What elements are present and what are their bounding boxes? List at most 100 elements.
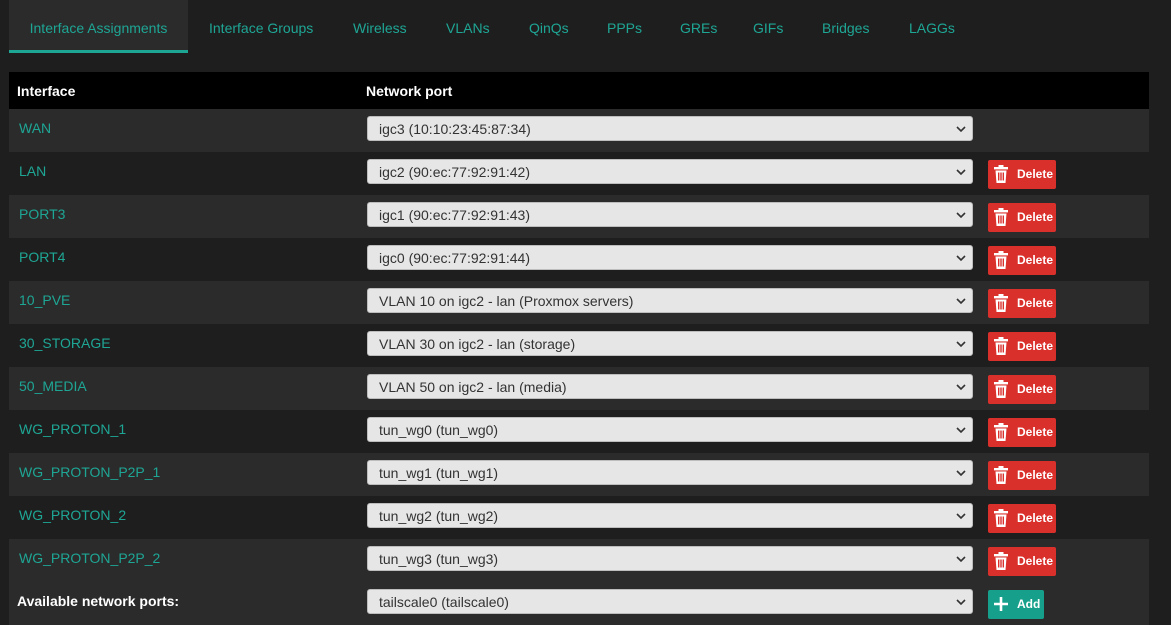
delete-button[interactable]: Delete bbox=[988, 160, 1056, 189]
select-value: tun_wg2 (tun_wg2) bbox=[379, 508, 499, 524]
interface-assignments-table: Interface Network port WAN igc3 (10:10:23… bbox=[9, 72, 1149, 625]
delete-button[interactable]: Delete bbox=[988, 332, 1056, 361]
table-row: 30_STORAGE VLAN 30 on igc2 - lan (storage… bbox=[9, 324, 1149, 367]
tab-gifs[interactable]: GIFs bbox=[753, 0, 783, 53]
network-port-select[interactable]: tun_wg2 (tun_wg2) bbox=[367, 503, 973, 528]
select-value: tailscale0 (tailscale0) bbox=[379, 594, 509, 610]
tab-interface-groups[interactable]: Interface Groups bbox=[209, 0, 313, 53]
available-ports-label: Available network ports: bbox=[17, 593, 180, 609]
select-value: igc2 (90:ec:77:92:91:42) bbox=[379, 164, 530, 180]
delete-button-label: Delete bbox=[1017, 425, 1054, 439]
tab-ppps[interactable]: PPPs bbox=[607, 0, 642, 53]
table-row: PORT4 igc0 (90:ec:77:92:91:44) Delete bbox=[9, 238, 1149, 281]
tab-gres[interactable]: GREs bbox=[680, 0, 717, 53]
select-value: VLAN 10 on igc2 - lan (Proxmox servers) bbox=[379, 293, 634, 309]
table-row: WG_PROTON_P2P_2 tun_wg3 (tun_wg3) Delete bbox=[9, 539, 1149, 582]
delete-button-label: Delete bbox=[1017, 468, 1054, 482]
tab-bar: Interface Assignments Interface Groups W… bbox=[0, 0, 1171, 53]
network-port-select[interactable]: tun_wg1 (tun_wg1) bbox=[367, 460, 973, 485]
chevron-down-icon bbox=[956, 470, 966, 477]
interface-link[interactable]: 50_MEDIA bbox=[19, 378, 87, 394]
delete-button[interactable]: Delete bbox=[988, 375, 1056, 404]
network-port-select[interactable]: VLAN 50 on igc2 - lan (media) bbox=[367, 374, 973, 399]
tab-wireless[interactable]: Wireless bbox=[353, 0, 407, 53]
table-row: WG_PROTON_P2P_1 tun_wg1 (tun_wg1) Delete bbox=[9, 453, 1149, 496]
select-value: igc3 (10:10:23:45:87:34) bbox=[379, 121, 531, 137]
delete-button-label: Delete bbox=[1017, 210, 1054, 224]
delete-button[interactable]: Delete bbox=[988, 461, 1056, 490]
trash-icon bbox=[994, 423, 1008, 441]
network-port-select[interactable]: igc1 (90:ec:77:92:91:43) bbox=[367, 202, 973, 227]
delete-button-label: Delete bbox=[1017, 554, 1054, 568]
table-row: 10_PVE VLAN 10 on igc2 - lan (Proxmox ser… bbox=[9, 281, 1149, 324]
table-row: 50_MEDIA VLAN 50 on igc2 - lan (media) Del… bbox=[9, 367, 1149, 410]
plus-icon bbox=[994, 597, 1008, 611]
trash-icon bbox=[994, 466, 1008, 484]
delete-button[interactable]: Delete bbox=[988, 418, 1056, 447]
interface-link[interactable]: WG_PROTON_P2P_2 bbox=[19, 550, 160, 566]
tab-laggs[interactable]: LAGGs bbox=[909, 0, 955, 53]
select-value: VLAN 50 on igc2 - lan (media) bbox=[379, 379, 567, 395]
interface-link[interactable]: PORT4 bbox=[19, 249, 65, 265]
chevron-down-icon bbox=[956, 212, 966, 219]
delete-button[interactable]: Delete bbox=[988, 547, 1056, 576]
tab-vlans[interactable]: VLANs bbox=[446, 0, 490, 53]
chevron-down-icon bbox=[956, 126, 966, 133]
chevron-down-icon bbox=[956, 255, 966, 262]
trash-icon bbox=[994, 208, 1008, 226]
network-port-select[interactable]: tun_wg3 (tun_wg3) bbox=[367, 546, 973, 571]
network-port-select[interactable]: igc3 (10:10:23:45:87:34) bbox=[367, 116, 973, 141]
chevron-down-icon bbox=[956, 169, 966, 176]
network-port-select[interactable]: VLAN 30 on igc2 - lan (storage) bbox=[367, 331, 973, 356]
select-value: igc1 (90:ec:77:92:91:43) bbox=[379, 207, 530, 223]
select-value: tun_wg3 (tun_wg3) bbox=[379, 551, 499, 567]
trash-icon bbox=[994, 294, 1008, 312]
select-value: VLAN 30 on igc2 - lan (storage) bbox=[379, 336, 576, 352]
interface-link[interactable]: WAN bbox=[19, 120, 51, 136]
add-button-label: Add bbox=[1017, 597, 1041, 611]
available-port-select[interactable]: tailscale0 (tailscale0) bbox=[367, 589, 973, 614]
interface-link[interactable]: 10_PVE bbox=[19, 292, 70, 308]
tab-interface-assignments[interactable]: Interface Assignments bbox=[9, 0, 188, 53]
interface-link[interactable]: 30_STORAGE bbox=[19, 335, 111, 351]
delete-button-label: Delete bbox=[1017, 339, 1054, 353]
select-value: tun_wg1 (tun_wg1) bbox=[379, 465, 499, 481]
interface-link[interactable]: LAN bbox=[19, 163, 46, 179]
interface-link[interactable]: WG_PROTON_2 bbox=[19, 507, 126, 523]
trash-icon bbox=[994, 337, 1008, 355]
table-header: Interface Network port bbox=[9, 72, 1149, 109]
network-port-select[interactable]: VLAN 10 on igc2 - lan (Proxmox servers) bbox=[367, 288, 973, 313]
add-button[interactable]: Add bbox=[988, 590, 1044, 619]
delete-button[interactable]: Delete bbox=[988, 504, 1056, 533]
chevron-down-icon bbox=[956, 427, 966, 434]
trash-icon bbox=[994, 509, 1008, 527]
delete-button-label: Delete bbox=[1017, 296, 1054, 310]
delete-button[interactable]: Delete bbox=[988, 246, 1056, 275]
chevron-down-icon bbox=[956, 513, 966, 520]
delete-button[interactable]: Delete bbox=[988, 289, 1056, 318]
select-value: igc0 (90:ec:77:92:91:44) bbox=[379, 250, 530, 266]
delete-button-label: Delete bbox=[1017, 167, 1054, 181]
chevron-down-icon bbox=[956, 384, 966, 391]
trash-icon bbox=[994, 552, 1008, 570]
table-row: LAN igc2 (90:ec:77:92:91:42) Delete bbox=[9, 152, 1149, 195]
tab-bridges[interactable]: Bridges bbox=[822, 0, 869, 53]
tab-qinqs[interactable]: QinQs bbox=[529, 0, 569, 53]
chevron-down-icon bbox=[956, 341, 966, 348]
interface-link[interactable]: PORT3 bbox=[19, 206, 65, 222]
table-row: PORT3 igc1 (90:ec:77:92:91:43) Delete bbox=[9, 195, 1149, 238]
table-row: WG_PROTON_2 tun_wg2 (tun_wg2) Delete bbox=[9, 496, 1149, 539]
network-port-select[interactable]: igc0 (90:ec:77:92:91:44) bbox=[367, 245, 973, 270]
table-body: WAN igc3 (10:10:23:45:87:34) LAN igc2 (90:e… bbox=[9, 109, 1149, 582]
network-port-select[interactable]: igc2 (90:ec:77:92:91:42) bbox=[367, 159, 973, 184]
chevron-down-icon bbox=[956, 556, 966, 563]
delete-button-label: Delete bbox=[1017, 253, 1054, 267]
interface-link[interactable]: WG_PROTON_P2P_1 bbox=[19, 464, 160, 480]
interface-link[interactable]: WG_PROTON_1 bbox=[19, 421, 126, 437]
trash-icon bbox=[994, 380, 1008, 398]
network-port-select[interactable]: tun_wg0 (tun_wg0) bbox=[367, 417, 973, 442]
available-ports-row: Available network ports: tailscale0 (tai… bbox=[9, 582, 1149, 625]
table-row: WG_PROTON_1 tun_wg0 (tun_wg0) Delete bbox=[9, 410, 1149, 453]
trash-icon bbox=[994, 251, 1008, 269]
delete-button[interactable]: Delete bbox=[988, 203, 1056, 232]
